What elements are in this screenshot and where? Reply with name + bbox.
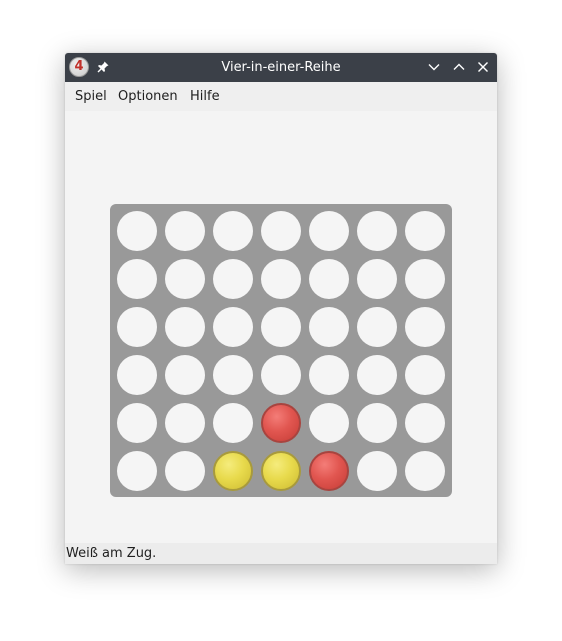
board-slot[interactable] xyxy=(405,355,445,395)
minimize-button[interactable] xyxy=(427,60,441,74)
board-slot[interactable] xyxy=(309,403,349,443)
board-slot[interactable] xyxy=(357,259,397,299)
board-slot[interactable] xyxy=(405,307,445,347)
board-slot[interactable] xyxy=(261,211,301,251)
board-slot[interactable] xyxy=(357,211,397,251)
board-slot[interactable] xyxy=(261,355,301,395)
board-slot[interactable] xyxy=(405,211,445,251)
menu-hilfe[interactable]: Hilfe xyxy=(190,82,220,111)
board-slot[interactable] xyxy=(165,259,205,299)
board-slot[interactable] xyxy=(165,403,205,443)
board-slot[interactable] xyxy=(213,355,253,395)
board-slot[interactable] xyxy=(309,355,349,395)
board-slot[interactable] xyxy=(213,211,253,251)
board-slot[interactable] xyxy=(213,307,253,347)
red-disc[interactable] xyxy=(309,451,349,491)
board-slot[interactable] xyxy=(165,355,205,395)
game-board[interactable] xyxy=(110,204,452,497)
board-slot[interactable] xyxy=(117,403,157,443)
game-window: 4 Vier-in-einer-Reihe Spiel Optionen Hil… xyxy=(65,53,497,564)
board-slot[interactable] xyxy=(213,259,253,299)
board-slot[interactable] xyxy=(261,307,301,347)
status-text: Weiß am Zug. xyxy=(66,546,157,561)
red-disc[interactable] xyxy=(261,403,301,443)
board-slot[interactable] xyxy=(309,307,349,347)
board-slot[interactable] xyxy=(357,355,397,395)
board-slot[interactable] xyxy=(117,451,157,491)
menu-bar: Spiel Optionen Hilfe xyxy=(65,82,497,111)
board-slot[interactable] xyxy=(357,403,397,443)
pin-icon[interactable] xyxy=(96,60,110,74)
board-slot[interactable] xyxy=(117,211,157,251)
window-title: Vier-in-einer-Reihe xyxy=(221,60,341,75)
close-button[interactable] xyxy=(476,60,490,74)
board-slot[interactable] xyxy=(117,355,157,395)
menu-optionen[interactable]: Optionen xyxy=(118,82,178,111)
yellow-disc[interactable] xyxy=(261,451,301,491)
menu-spiel[interactable]: Spiel xyxy=(75,82,107,111)
board-slot[interactable] xyxy=(165,211,205,251)
board-slot[interactable] xyxy=(357,451,397,491)
board-slot[interactable] xyxy=(309,211,349,251)
board-slot[interactable] xyxy=(357,307,397,347)
title-bar[interactable]: 4 Vier-in-einer-Reihe xyxy=(65,53,497,82)
board-slot[interactable] xyxy=(117,259,157,299)
board-slot[interactable] xyxy=(405,451,445,491)
yellow-disc[interactable] xyxy=(213,451,253,491)
board-slot[interactable] xyxy=(405,403,445,443)
status-bar: Weiß am Zug. xyxy=(65,543,497,564)
board-slot[interactable] xyxy=(165,451,205,491)
maximize-button[interactable] xyxy=(452,60,466,74)
app-icon[interactable]: 4 xyxy=(69,57,89,77)
board-slot[interactable] xyxy=(165,307,205,347)
board-slot[interactable] xyxy=(213,403,253,443)
board-slot[interactable] xyxy=(405,259,445,299)
board-slot[interactable] xyxy=(261,259,301,299)
app-icon-label: 4 xyxy=(74,59,84,74)
board-slot[interactable] xyxy=(309,259,349,299)
board-slot[interactable] xyxy=(117,307,157,347)
